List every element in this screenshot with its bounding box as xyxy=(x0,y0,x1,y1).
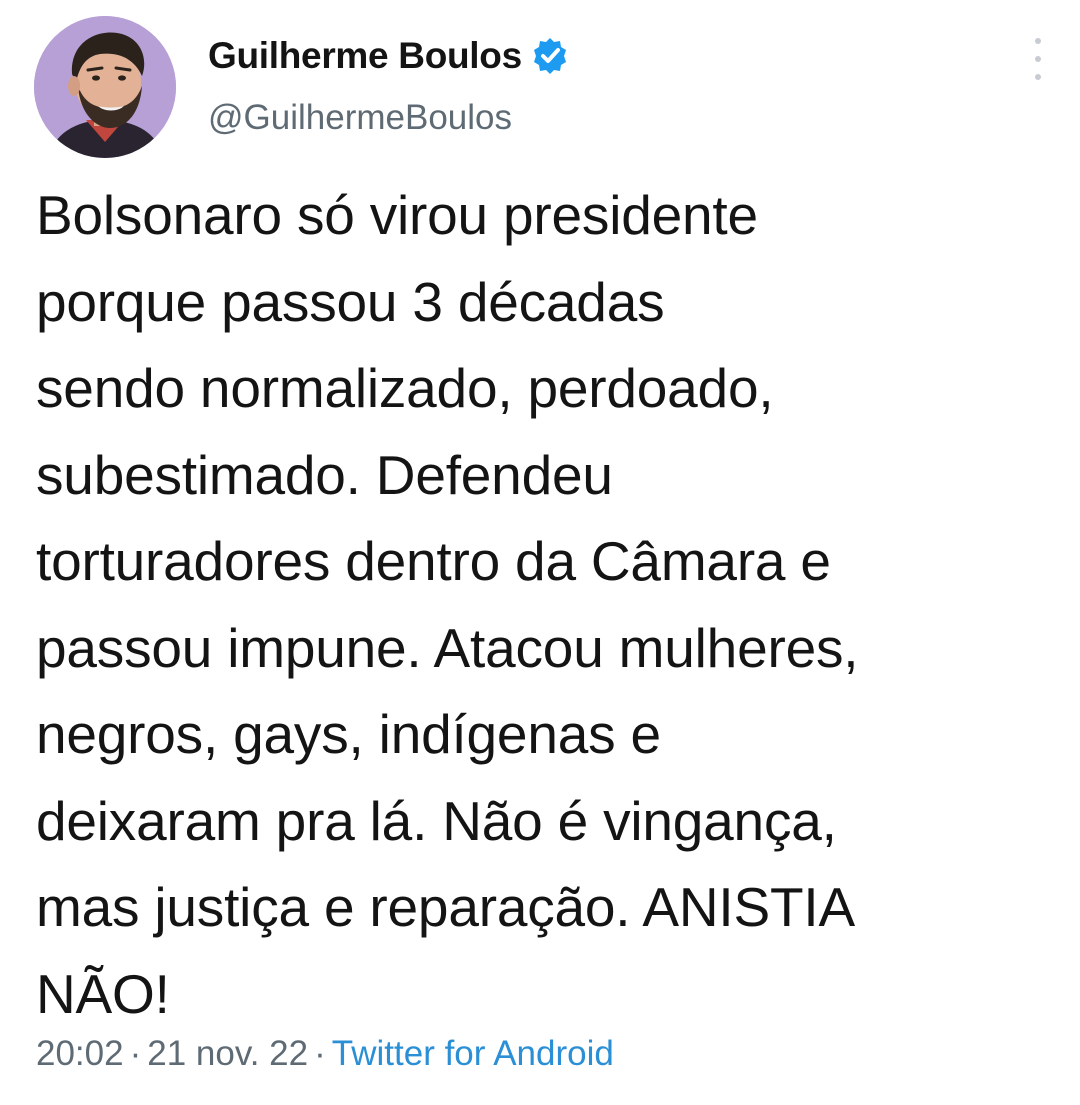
verified-badge-icon xyxy=(533,38,566,74)
tweet-line: deixaram pra lá. Não é vingança, xyxy=(36,789,837,852)
tweet-card: Guilherme Boulos @GuilhermeBoulos Bolson… xyxy=(0,0,1080,1105)
tweet-line: mas justiça e reparação. ANISTIA xyxy=(36,876,855,938)
tweet-source[interactable]: Twitter for Android xyxy=(332,1034,614,1073)
tweet-text: Bolsonaro só virou presidente porque pas… xyxy=(36,172,1056,1037)
tweet-line: passou impune. Atacou mulheres, xyxy=(36,616,859,679)
meta-separator: · xyxy=(314,1034,326,1073)
more-dot xyxy=(1035,38,1041,44)
display-name[interactable]: Guilherme Boulos xyxy=(208,35,522,77)
more-options-icon[interactable] xyxy=(1030,38,1046,80)
tweet-line: negros, gays, indígenas e xyxy=(36,703,661,765)
avatar-illustration xyxy=(34,16,176,158)
author-row: Guilherme Boulos xyxy=(208,30,570,82)
tweet-time[interactable]: 20:02 xyxy=(36,1034,124,1073)
tweet-line: NÃO! xyxy=(36,962,170,1025)
tweet-line: subestimado. Defendeu xyxy=(36,443,613,506)
tweet-line: Bolsonaro só virou presidente xyxy=(36,184,758,246)
tweet-date[interactable]: 21 nov. 22 xyxy=(147,1034,308,1073)
meta-separator: · xyxy=(129,1034,142,1073)
tweet-line: torturadores dentro da Câmara e xyxy=(36,530,831,592)
tweet-line: porque passou 3 décadas xyxy=(36,270,665,333)
more-dot xyxy=(1035,74,1041,80)
more-dot xyxy=(1035,56,1041,62)
tweet-line: sendo normalizado, perdoado, xyxy=(36,357,774,419)
avatar[interactable] xyxy=(34,16,176,158)
tweet-meta: 20:02 · 21 nov. 22 · Twitter for Android xyxy=(36,1034,614,1074)
author-handle[interactable]: @GuilhermeBoulos xyxy=(208,98,512,138)
